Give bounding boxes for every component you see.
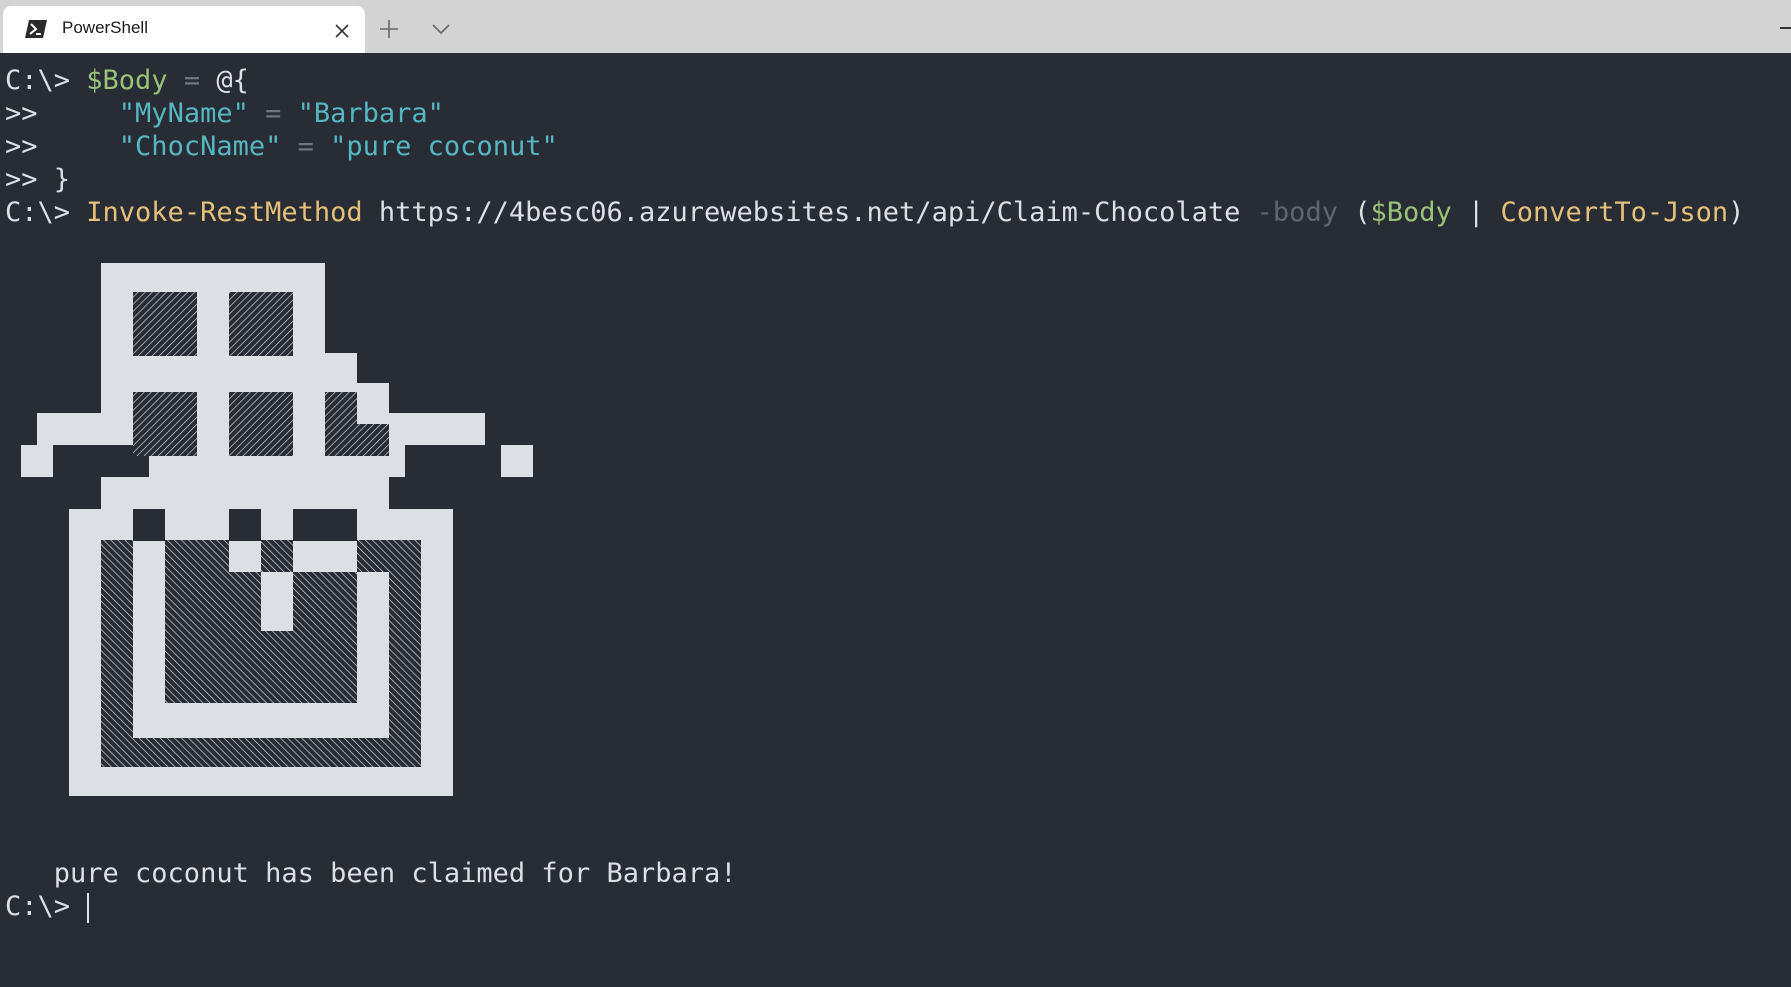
variable-token: $Body bbox=[86, 65, 168, 96]
continuation-prompt: >> bbox=[5, 131, 119, 162]
variable-token: $Body bbox=[1370, 197, 1452, 228]
command-line-5: C:\> Invoke-RestMethod https://4besc06.a… bbox=[5, 196, 1744, 229]
command-line-1: C:\> $Body = @{ bbox=[5, 64, 249, 97]
value-token: "pure coconut" bbox=[330, 131, 558, 162]
plus-icon[interactable] bbox=[376, 16, 402, 42]
prompt: C:\> bbox=[5, 65, 87, 96]
cmdlet-token: ConvertTo-Json bbox=[1500, 197, 1729, 228]
result-message: pure coconut has been claimed for Barbar… bbox=[5, 858, 737, 889]
command-line-3: >> "ChocName" = "pure coconut" bbox=[5, 130, 558, 163]
key-token: "MyName" bbox=[118, 98, 249, 129]
text-cursor bbox=[87, 892, 90, 923]
prompt: C:\> bbox=[5, 891, 87, 922]
close-icon[interactable] bbox=[331, 20, 353, 42]
paren-close: ) bbox=[1728, 197, 1745, 228]
chocolate-bar-art bbox=[21, 263, 533, 796]
operator-token: = bbox=[248, 98, 298, 129]
command-line-2: >> "MyName" = "Barbara" bbox=[5, 97, 444, 130]
terminal-output[interactable]: C:\> $Body = @{ >> "MyName" = "Barbara" … bbox=[0, 53, 1791, 987]
tab-bar: PowerShell bbox=[0, 0, 1791, 53]
hashtable-open: @{ bbox=[216, 65, 249, 96]
terminal-window: PowerShell C:\> $Body = @{ >> "MyName" =… bbox=[0, 0, 1791, 987]
operator-token: = bbox=[167, 65, 217, 96]
minimize-button[interactable] bbox=[1780, 27, 1791, 29]
chevron-down-icon[interactable] bbox=[428, 18, 454, 40]
url-token: https://4besc06.azurewebsites.net/api/Cl… bbox=[362, 197, 1257, 228]
tab-powershell[interactable]: PowerShell bbox=[3, 6, 365, 53]
prompt: C:\> bbox=[5, 197, 87, 228]
pipe-token: | bbox=[1451, 197, 1501, 228]
key-token: "ChocName" bbox=[118, 131, 282, 162]
continuation-prompt: >> } bbox=[5, 164, 71, 195]
operator-token: = bbox=[281, 131, 331, 162]
powershell-icon bbox=[25, 20, 47, 38]
continuation-prompt: >> bbox=[5, 98, 119, 129]
paren-open: ( bbox=[1337, 197, 1371, 228]
tab-title: PowerShell bbox=[62, 18, 148, 37]
value-token: "Barbara" bbox=[297, 98, 444, 129]
command-line-4: >> } bbox=[5, 163, 70, 196]
command-line-final[interactable]: C:\> bbox=[5, 890, 90, 923]
cmdlet-token: Invoke-RestMethod bbox=[86, 197, 363, 228]
parameter-token: -body bbox=[1256, 197, 1338, 228]
